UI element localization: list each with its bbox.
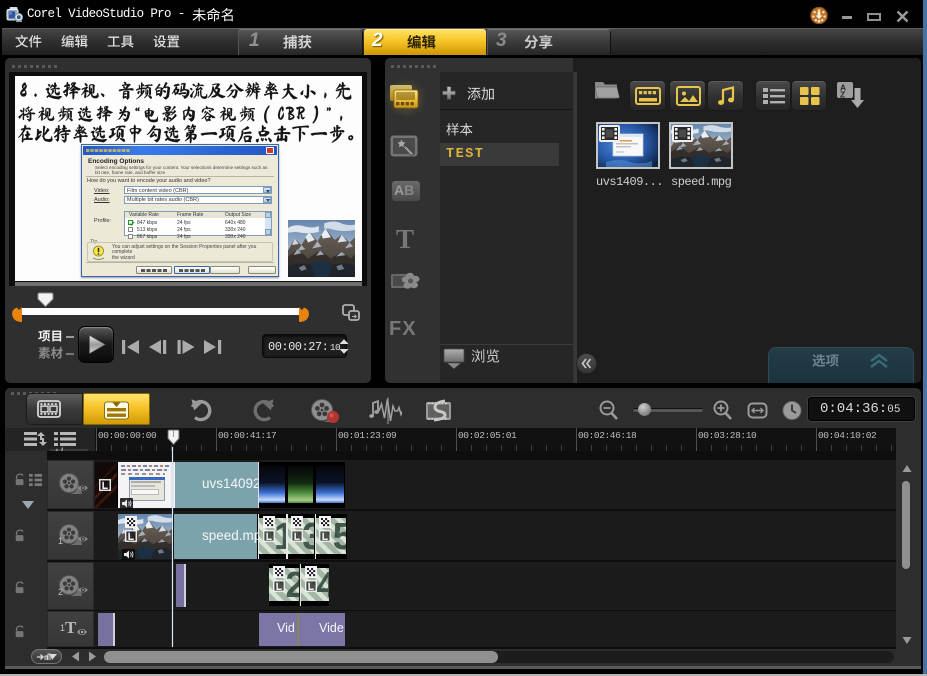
svg-text:2: 2 xyxy=(286,565,300,605)
svg-text:2: 2 xyxy=(58,587,63,597)
svg-text:3: 3 xyxy=(302,515,314,558)
svg-text:Z: Z xyxy=(840,90,845,100)
svg-text:1: 1 xyxy=(274,515,286,558)
svg-text:4: 4 xyxy=(316,565,329,605)
svg-text:1: 1 xyxy=(58,536,63,546)
svg-text:5: 5 xyxy=(333,515,347,558)
